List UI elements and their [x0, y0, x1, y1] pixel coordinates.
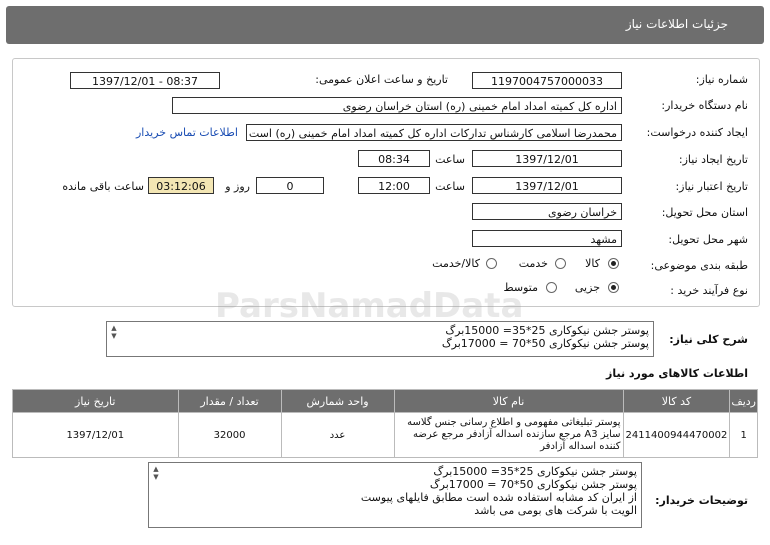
cell-row: 1 — [729, 412, 758, 458]
col-date: تاریخ نیاز — [12, 389, 179, 413]
category-label: طبقه بندی موضوعی: — [650, 259, 748, 272]
category-option-service: خدمت — [518, 257, 548, 270]
page-header: جزئیات اطلاعات نیاز — [6, 6, 764, 44]
watermark: ParsNamadData — [215, 286, 524, 326]
buyer-org-label: نام دستگاه خریدار: — [661, 99, 748, 112]
category-radio-goods[interactable] — [608, 258, 619, 269]
scroll-arrows-icon[interactable]: ▲ ▼ — [109, 324, 119, 340]
validity-time-label: ساعت — [435, 180, 465, 193]
goods-table-header: ردیف کد کالا نام کالا واحد شمارش تعداد /… — [12, 389, 758, 413]
notes-line: پوستر جشن نیکوکاری 50*70 = 17000برگ — [429, 478, 637, 491]
created-time-field[interactable]: 08:34 — [358, 150, 430, 167]
need-number-label: شماره نیاز: — [695, 73, 748, 86]
delivery-city-field[interactable]: مشهد — [472, 230, 622, 247]
col-name: نام کالا — [393, 389, 624, 413]
validity-date-label: تاریخ اعتبار نیاز: — [675, 180, 748, 193]
category-option-goods: کالا — [585, 257, 600, 270]
notes-line: از ایران کد مشابه استفاده شده است مطابق … — [360, 491, 637, 504]
created-date-label: تاریخ ایجاد نیاز: — [678, 153, 748, 166]
creator-label: ایجاد کننده درخواست: — [646, 126, 748, 139]
remaining-time-field: 03:12:06 — [148, 177, 214, 194]
col-qty: تعداد / مقدار — [177, 389, 282, 413]
cell-qty: 32000 — [177, 412, 282, 458]
process-option-minor: جزیی — [574, 281, 600, 294]
announce-label: تاریخ و ساعت اعلان عمومی: — [315, 73, 448, 86]
col-row: ردیف — [729, 389, 758, 413]
buyer-notes-label: توضیحات خریدار: — [655, 494, 748, 507]
summary-line: پوستر جشن نیکوکاری 50*70 = 17000برگ — [441, 337, 649, 350]
category-radio-service[interactable] — [555, 258, 566, 269]
process-radio-medium[interactable] — [546, 282, 557, 293]
col-code: کد کالا — [622, 389, 731, 413]
table-row[interactable]: 1 2411400944470002 پوستر تبلیغاتی مفهومی… — [12, 412, 758, 458]
announce-field[interactable]: 1397/12/01 - 08:37 — [70, 72, 220, 89]
remaining-label: ساعت باقی مانده — [62, 180, 144, 193]
summary-label: شرح کلی نیاز: — [669, 333, 748, 346]
notes-line: الویت با شرکت های بومی می باشد — [474, 504, 637, 517]
goods-table: ردیف کد کالا نام کالا واحد شمارش تعداد /… — [12, 389, 758, 458]
creator-field[interactable]: محمدرضا اسلامی کارشناس تدارکات اداره کل … — [246, 124, 622, 141]
scroll-arrows-icon[interactable]: ▲ ▼ — [151, 465, 161, 481]
goods-section-title: اطلاعات کالاهای مورد نیاز — [606, 367, 748, 380]
buyer-org-field[interactable]: اداره کل کمیته امداد امام خمینی (ره) است… — [172, 97, 622, 114]
cell-name: پوستر تبلیغاتی مفهومی و اطلاع رسانی جنس … — [393, 412, 624, 458]
contact-buyer-link[interactable]: اطلاعات تماس خریدار — [136, 126, 238, 139]
process-option-medium: متوسط — [503, 281, 538, 294]
days-field[interactable]: 0 — [256, 177, 324, 194]
col-unit: واحد شمارش — [280, 389, 395, 413]
delivery-city-label: شهر محل تحویل: — [668, 233, 748, 246]
created-time-label: ساعت — [435, 153, 465, 166]
buyer-notes-textarea[interactable]: ▲ ▼ پوستر جشن نیکوکاری 25*35= 15000برگ پو… — [148, 462, 642, 528]
category-radio-goods-service[interactable] — [486, 258, 497, 269]
summary-line: پوستر جشن نیکوکاری 25*35= 15000برگ — [445, 324, 649, 337]
notes-line: پوستر جشن نیکوکاری 25*35= 15000برگ — [433, 465, 637, 478]
page-title: جزئیات اطلاعات نیاز — [625, 17, 728, 31]
cell-unit: عدد — [280, 412, 395, 458]
days-label: روز و — [225, 180, 250, 193]
validity-time-field[interactable]: 12:00 — [358, 177, 430, 194]
cell-date: 1397/12/01 — [12, 412, 179, 458]
cell-code: 2411400944470002 — [622, 412, 731, 458]
validity-date-field[interactable]: 1397/12/01 — [472, 177, 622, 194]
process-type-label: نوع فرآیند خرید : — [670, 284, 748, 297]
created-date-field[interactable]: 1397/12/01 — [472, 150, 622, 167]
need-number-field[interactable]: 1197004757000033 — [472, 72, 622, 89]
category-option-goods-service: کالا/خدمت — [432, 257, 480, 270]
process-radio-minor[interactable] — [608, 282, 619, 293]
delivery-province-label: استان محل تحویل: — [661, 206, 748, 219]
summary-textarea[interactable]: ▲ ▼ پوستر جشن نیکوکاری 25*35= 15000برگ پو… — [106, 321, 654, 357]
delivery-province-field[interactable]: خراسان رضوی — [472, 203, 622, 220]
